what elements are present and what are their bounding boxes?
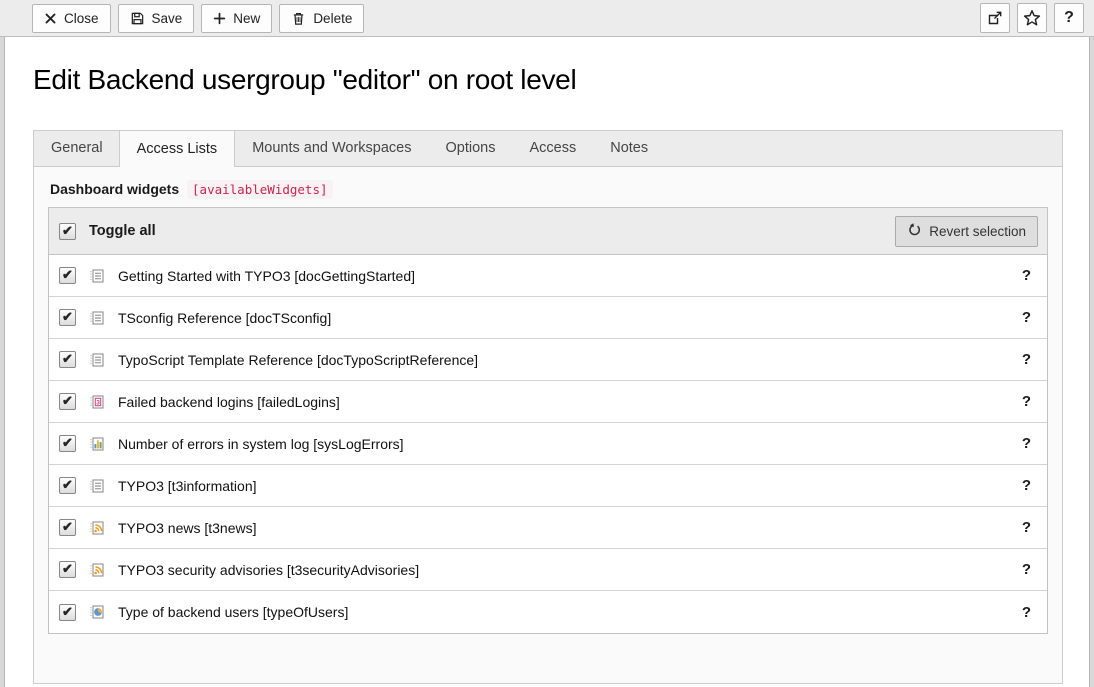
bookmark-button[interactable]: [1017, 3, 1047, 33]
help-button[interactable]: ?: [1054, 3, 1084, 33]
section-code-tag: [availableWidgets]: [187, 180, 332, 199]
tabs-container: GeneralAccess ListsMounts and Workspaces…: [33, 130, 1063, 686]
toolbar-left-group: Close Save New: [32, 4, 364, 33]
pie-widget-icon: 3: [89, 604, 105, 620]
new-button-label: New: [233, 11, 260, 26]
widget-label: TYPO3 security advisories [t3securityAdv…: [118, 562, 419, 578]
row-checkbox[interactable]: ✔: [59, 309, 76, 326]
document-widget-icon: 3: [89, 310, 105, 326]
save-button-label: Save: [152, 11, 183, 26]
close-button-label: Close: [64, 11, 99, 26]
toggle-all-label: Toggle all: [89, 223, 156, 239]
document-widget-icon: 3: [89, 478, 105, 494]
tab-access[interactable]: Access: [512, 131, 593, 166]
open-in-window-button[interactable]: [980, 3, 1010, 33]
trash-icon: [291, 11, 306, 26]
help-icon[interactable]: ?: [1015, 393, 1038, 410]
widget-row: ✔ 3: [49, 549, 1047, 591]
widget-label: Getting Started with TYPO3 [docGettingSt…: [118, 268, 415, 284]
doc-toolbar: Close Save New: [0, 0, 1094, 37]
widget-row: ✔ 3: [49, 255, 1047, 297]
checkmark-icon: ✔: [62, 562, 73, 575]
checkmark-icon: ✔: [62, 436, 73, 449]
tab-access-lists[interactable]: Access Lists: [119, 130, 236, 167]
barchart-widget-icon: 3: [89, 436, 105, 452]
widget-label: Failed backend logins [failedLogins]: [118, 394, 340, 410]
revert-icon: [907, 222, 922, 240]
row-checkbox[interactable]: ✔: [59, 477, 76, 494]
checkmark-icon: ✔: [62, 605, 73, 618]
widget-rows: ✔ 3: [49, 255, 1047, 633]
rss-widget-icon: 3: [89, 520, 105, 536]
tab-bar: GeneralAccess ListsMounts and Workspaces…: [33, 130, 1063, 167]
widget-label: Number of errors in system log [sysLogEr…: [118, 436, 404, 452]
tab-general[interactable]: General: [34, 131, 120, 166]
row-checkbox[interactable]: ✔: [59, 351, 76, 368]
row-checkbox[interactable]: ✔: [59, 561, 76, 578]
help-icon[interactable]: ?: [1015, 477, 1038, 494]
widget-row: ✔ 3: [49, 381, 1047, 423]
tab-mounts-and-workspaces[interactable]: Mounts and Workspaces: [235, 131, 428, 166]
checkmark-icon: ✔: [62, 224, 73, 237]
svg-text:3: 3: [96, 399, 100, 406]
document-widget-icon: 3: [89, 352, 105, 368]
save-icon: [130, 11, 145, 26]
help-icon[interactable]: ?: [1015, 267, 1038, 284]
star-bookmark-icon: [1023, 9, 1041, 27]
page-title: Edit Backend usergroup "editor" on root …: [33, 64, 576, 96]
widget-label: TYPO3 [t3information]: [118, 478, 257, 494]
row-checkbox[interactable]: ✔: [59, 604, 76, 621]
row-checkbox[interactable]: ✔: [59, 393, 76, 410]
checkmark-icon: ✔: [62, 478, 73, 491]
close-button[interactable]: Close: [32, 4, 111, 33]
widget-table: ✔ Toggle all Revert selection: [48, 207, 1048, 634]
row-checkbox[interactable]: ✔: [59, 267, 76, 284]
section-title: Dashboard widgets: [50, 181, 179, 197]
help-icon[interactable]: ?: [1015, 351, 1038, 368]
help-icon[interactable]: ?: [1015, 519, 1038, 536]
new-button[interactable]: New: [201, 4, 272, 33]
checkmark-icon: ✔: [62, 352, 73, 365]
widget-row: ✔ 3: [49, 465, 1047, 507]
row-checkbox[interactable]: ✔: [59, 519, 76, 536]
checkmark-icon: ✔: [62, 520, 73, 533]
checkmark-icon: ✔: [62, 310, 73, 323]
widget-row: ✔ 3: [49, 297, 1047, 339]
revert-button-label: Revert selection: [929, 224, 1026, 239]
help-icon: ?: [1064, 9, 1074, 27]
widget-row: ✔ 3: [49, 339, 1047, 381]
close-icon: [44, 12, 57, 25]
plus-icon: [213, 12, 226, 25]
rss-widget-icon: 3: [89, 562, 105, 578]
widget-row: ✔ 3: [49, 423, 1047, 465]
revert-selection-button[interactable]: Revert selection: [895, 216, 1038, 247]
save-button[interactable]: Save: [118, 4, 195, 33]
widget-label: TSconfig Reference [docTSconfig]: [118, 310, 331, 326]
widget-label: TYPO3 news [t3news]: [118, 520, 257, 536]
widget-label: TypoScript Template Reference [docTypoSc…: [118, 352, 478, 368]
widget-row: ✔ 3: [49, 507, 1047, 549]
tab-panel-access-lists: Dashboard widgets [availableWidgets] ✔ T…: [33, 167, 1063, 684]
tab-notes[interactable]: Notes: [593, 131, 665, 166]
open-in-window-icon: [987, 10, 1003, 26]
checkmark-icon: ✔: [62, 394, 73, 407]
toolbar-right-group: ?: [980, 3, 1084, 33]
widget-table-header: ✔ Toggle all Revert selection: [49, 208, 1047, 255]
document-widget-icon: 3: [89, 268, 105, 284]
delete-button-label: Delete: [313, 11, 352, 26]
help-icon[interactable]: ?: [1015, 604, 1038, 621]
widget-label: Type of backend users [typeOfUsers]: [118, 604, 348, 620]
checkmark-icon: ✔: [62, 268, 73, 281]
delete-button[interactable]: Delete: [279, 4, 364, 33]
toggle-all-checkbox[interactable]: ✔: [59, 223, 76, 240]
help-icon[interactable]: ?: [1015, 435, 1038, 452]
tab-options[interactable]: Options: [429, 131, 513, 166]
number-widget-icon: 3: [89, 394, 105, 410]
help-icon[interactable]: ?: [1015, 309, 1038, 326]
section-label: Dashboard widgets [availableWidgets]: [50, 181, 1048, 197]
row-checkbox[interactable]: ✔: [59, 435, 76, 452]
document-area: Edit Backend usergroup "editor" on root …: [4, 37, 1090, 687]
widget-row: ✔ 3: [49, 591, 1047, 633]
help-icon[interactable]: ?: [1015, 561, 1038, 578]
